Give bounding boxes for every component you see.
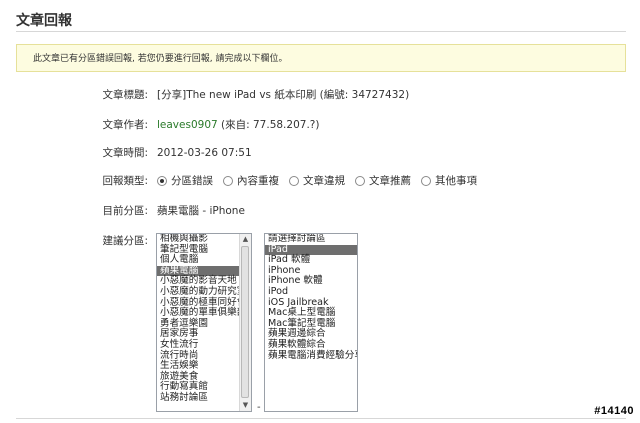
radio-button-icon[interactable] <box>355 176 365 186</box>
scroll-up-arrow-icon[interactable]: ▲ <box>240 234 251 245</box>
subcategory-options: 請選擇討論區 iPad iPad 軟體 iPhone iPhone 軟體 iPod iOS … <box>265 234 357 361</box>
report-type-option[interactable]: 文章推薦 <box>355 173 411 189</box>
category-option[interactable]: 相機與攝影 <box>157 234 251 245</box>
category-listbox[interactable]: 相機與攝影 筆記型電腦 個人電腦 蘋果電腦 小惡魔的影音天地 小惡魔的動力研究室 小惡魔的極… <box>156 233 252 412</box>
watermark: #14140 <box>594 405 634 417</box>
subcategory-option[interactable]: 請選擇討論區 <box>265 234 357 245</box>
notice-banner: 此文章已有分區錯誤回報, 若您仍要進行回報, 請完成以下欄位。 <box>16 44 626 72</box>
subcategory-option[interactable]: 蘋果電腦消費經驗分享 <box>265 350 357 362</box>
article-title-label: 文章標題: <box>102 89 148 101</box>
bottom-divider <box>16 418 626 419</box>
page-title: 文章回報 <box>16 13 72 29</box>
radio-label: 分區錯誤 <box>171 175 213 187</box>
article-title-row: 文章標題: [分享]The new iPad vs 紙本印刷 (編號: 3472… <box>0 87 640 103</box>
article-author-label: 文章作者: <box>102 119 148 131</box>
list-separator: - <box>257 402 261 413</box>
article-time-value: 2012-03-26 07:51 <box>157 147 252 159</box>
subcategory-listbox[interactable]: 請選擇討論區 iPad iPad 軟體 iPhone iPhone 軟體 iPod iOS … <box>264 233 358 412</box>
article-time-row: 文章時間: 2012-03-26 07:51 <box>0 145 640 161</box>
author-link[interactable]: leaves0907 <box>157 119 218 131</box>
report-type-option[interactable]: 文章違規 <box>289 173 345 189</box>
current-section-row: 目前分區: 蘋果電腦 - iPhone <box>0 203 640 219</box>
scroll-down-arrow-icon[interactable]: ▼ <box>240 400 251 411</box>
category-option[interactable]: 女性流行 <box>157 339 251 351</box>
article-author-row: 文章作者: leaves0907 (來自: 77.58.207.?) <box>0 117 640 133</box>
radio-button-icon[interactable] <box>223 176 233 186</box>
radio-button-icon[interactable] <box>157 176 167 186</box>
radio-label: 文章違規 <box>303 175 345 187</box>
current-section-label: 目前分區: <box>102 205 148 217</box>
article-author-value: leaves0907 (來自: 77.58.207.?) <box>157 117 319 133</box>
report-type-option[interactable]: 內容重複 <box>223 173 279 189</box>
scroll-thumb[interactable] <box>241 246 249 398</box>
report-type-option[interactable]: 分區錯誤 <box>157 173 213 189</box>
article-time-label: 文章時間: <box>102 147 148 159</box>
current-section-value: 蘋果電腦 - iPhone <box>157 205 245 217</box>
report-type-option[interactable]: 其他事項 <box>421 173 477 189</box>
category-option[interactable]: 小惡魔的動力研究室 <box>157 286 251 298</box>
suggested-section-label: 建議分區: <box>102 235 148 247</box>
radio-label: 文章推薦 <box>369 175 411 187</box>
category-options: 相機與攝影 筆記型電腦 個人電腦 蘋果電腦 小惡魔的影音天地 小惡魔的動力研究室 小惡魔的極… <box>157 234 251 404</box>
category-scrollbar[interactable]: ▲ ▼ <box>239 234 251 411</box>
author-source: (來自: 77.58.207.?) <box>221 119 320 131</box>
category-option[interactable]: 站務討論區 <box>157 392 251 404</box>
title-divider <box>16 31 626 32</box>
radio-button-icon[interactable] <box>421 176 431 186</box>
radio-label: 內容重複 <box>237 175 279 187</box>
report-type-label: 回報類型: <box>102 175 148 187</box>
radio-button-icon[interactable] <box>289 176 299 186</box>
article-title-value: [分享]The new iPad vs 紙本印刷 (編號: 34727432) <box>157 89 410 101</box>
radio-label: 其他事項 <box>435 175 477 187</box>
subcategory-option[interactable]: iPod <box>265 286 357 298</box>
report-type-row: 回報類型: 分區錯誤 內容重複 文章違規 文章推薦 其他事項 <box>0 173 640 189</box>
subcategory-option[interactable]: 蘋果軟體綜合 <box>265 339 357 351</box>
report-type-radio-group: 分區錯誤 內容重複 文章違規 文章推薦 其他事項 <box>157 173 487 189</box>
